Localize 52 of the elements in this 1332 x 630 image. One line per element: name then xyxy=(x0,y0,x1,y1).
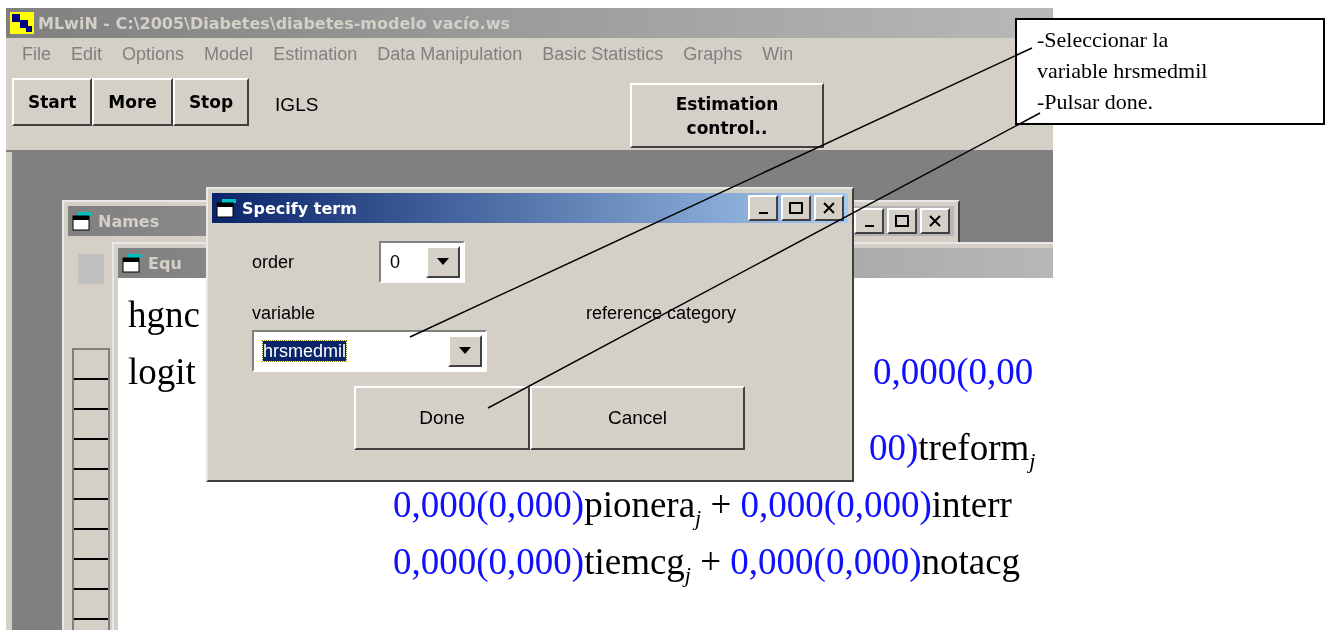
menu-item[interactable]: Edit xyxy=(61,43,113,65)
minimize-icon xyxy=(758,212,768,214)
toolbar-button[interactable]: More xyxy=(92,78,173,126)
maximize-button[interactable] xyxy=(887,208,917,234)
callout-text: variable hrsmedmil xyxy=(1037,58,1208,83)
window-title: MLwiN - C:\2005\Diabetes\diabetes-modelo vacío.ws xyxy=(38,13,510,33)
dialog-button[interactable]: Done xyxy=(354,386,530,450)
field-label: variable xyxy=(252,303,316,324)
dropdown-arrow-icon xyxy=(437,258,449,266)
menu-item[interactable]: Options xyxy=(112,43,195,65)
maximize-button[interactable] xyxy=(781,195,811,221)
dropdown[interactable]: hrsmedmil xyxy=(252,330,487,372)
equation-text: 0,000(0,00 xyxy=(873,349,1034,394)
window-title: Names xyxy=(98,211,160,231)
equation-text: 00)treform$_{j}$ xyxy=(869,425,1036,475)
window-title: Equ xyxy=(148,253,182,273)
equation-text: hgnc xyxy=(128,292,200,337)
maximize-icon xyxy=(895,215,909,227)
menu-item[interactable]: Estimation xyxy=(263,43,368,65)
window-icon xyxy=(216,198,238,218)
dialog-title: Specify term xyxy=(242,198,357,218)
field-label: order xyxy=(252,251,295,273)
dialog-button[interactable]: Cancel xyxy=(530,386,745,450)
menu-item[interactable]: Basic Statistics xyxy=(532,43,674,65)
menu-item[interactable]: File xyxy=(12,43,61,65)
close-button[interactable] xyxy=(814,195,844,221)
callout-text: -Pulsar done. xyxy=(1037,89,1154,114)
equation-text: 0,000(0,000)pionera$_{j}$ + 0,000(0,000)interr xyxy=(393,482,1012,532)
equation-text: logit xyxy=(128,349,196,394)
equation-text: 0,000(0,000)tiemcg$_{j}$ + 0,000(0,000)notacg xyxy=(393,539,1021,589)
toolbar-button[interactable]: Stop xyxy=(172,78,250,126)
menu-item[interactable]: Data Manipulation xyxy=(367,43,533,65)
dropdown-arrow-icon xyxy=(459,347,471,355)
minimize-button[interactable] xyxy=(854,208,884,234)
dropdown[interactable]: 0 xyxy=(379,241,465,283)
app-logo-icon xyxy=(10,12,34,34)
menu-item[interactable]: Graphs xyxy=(673,43,753,65)
minimize-button[interactable] xyxy=(748,195,778,221)
minimize-icon xyxy=(864,225,874,227)
maximize-icon xyxy=(789,202,803,214)
window-icon xyxy=(72,211,94,231)
close-icon xyxy=(929,215,941,227)
estimation-control-button[interactable]: Estimation control.. xyxy=(630,83,824,148)
method-label: IGLS xyxy=(275,94,319,116)
close-button[interactable] xyxy=(920,208,950,234)
menu-item[interactable]: Model xyxy=(194,43,264,65)
window-icon xyxy=(122,253,144,273)
toolbar-button[interactable]: Start xyxy=(12,78,93,126)
close-icon xyxy=(823,202,835,214)
menu-item[interactable]: Win xyxy=(752,43,804,65)
callout-text: -Seleccionar la xyxy=(1037,27,1169,52)
field-label: reference category xyxy=(585,303,736,324)
